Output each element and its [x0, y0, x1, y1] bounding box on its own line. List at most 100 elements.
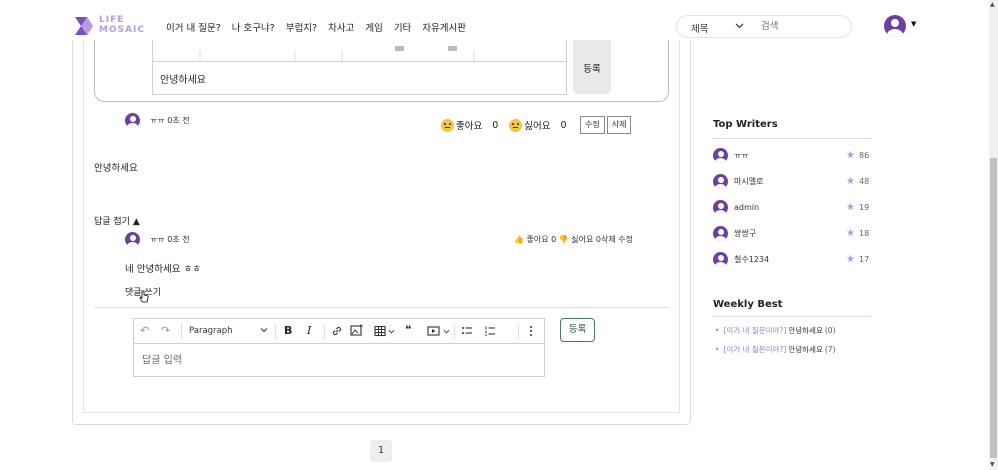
bulleted-list-icon[interactable]	[461, 325, 473, 340]
like-count: 0	[492, 119, 499, 131]
comment-author-avatar	[125, 113, 140, 128]
comment-edit-text[interactable]: 안녕하세요	[160, 71, 206, 86]
toolbar-separator	[275, 324, 276, 339]
writer-avatar	[713, 147, 728, 163]
bullet-icon: •	[715, 345, 720, 354]
star-icon: ★	[846, 227, 855, 239]
writer-row[interactable]: 쌍쌍구 ★ 18	[713, 225, 871, 241]
star-icon: ★	[846, 201, 855, 213]
blockquote-icon[interactable]: ❝	[405, 323, 411, 336]
top-writers-title: Top Writers	[713, 119, 778, 130]
scroll-up-arrow-icon[interactable]: ▲	[990, 1, 995, 8]
reply-header: ㅠㅠ 0초 전	[125, 232, 190, 247]
table-icon[interactable]	[374, 325, 386, 340]
chevron-down-icon[interactable]	[735, 21, 744, 32]
toolbar-separator	[518, 324, 519, 339]
media-chevron-icon[interactable]	[443, 327, 450, 338]
scrollbar-thumb[interactable]	[990, 158, 997, 458]
like-label[interactable]: 좋아요	[456, 118, 482, 132]
nav-item-hogu[interactable]: 나 호구냐?	[232, 20, 275, 34]
redo-icon[interactable]: ↷	[161, 324, 170, 337]
reply-body: 네 안녕하세요 ㅎㅎ	[125, 264, 201, 275]
comment-reactions: 좋아요 0 싫어요 0	[441, 118, 578, 132]
reply-reactions[interactable]: 👍 좋아요 0 👎 싫어요 0삭제 수정	[514, 234, 633, 245]
search-type-select[interactable]: 제목	[691, 21, 708, 35]
writer-row[interactable]: admin ★ 19	[713, 199, 871, 215]
fold-replies-toggle[interactable]: 답글 접기 ▲	[94, 214, 140, 227]
bold-icon[interactable]: B	[284, 324, 292, 337]
nav-item-envy[interactable]: 부럽지?	[286, 20, 317, 34]
search-input[interactable]	[761, 19, 845, 34]
bullet-icon: •	[715, 326, 720, 335]
comment-edit-toolbar	[152, 40, 567, 62]
delete-button[interactable]: 삭제	[606, 116, 632, 134]
scroll-down-arrow-icon[interactable]: ▼	[990, 461, 995, 468]
writer-name[interactable]: 마시멜로	[734, 176, 846, 187]
comment-header: ㅠㅠ 0초 전	[125, 113, 190, 128]
writer-points: 19	[859, 202, 870, 212]
user-avatar[interactable]	[884, 15, 906, 37]
nav-item-etc[interactable]: 기타	[394, 20, 411, 34]
toolbar-separator	[181, 324, 182, 339]
image-upload-icon[interactable]	[350, 324, 364, 340]
writer-row[interactable]: 마시멜로 ★ 48	[713, 173, 871, 189]
reply-author: ㅠㅠ 0초 전	[150, 234, 190, 245]
toolbar-fragments	[199, 46, 475, 61]
more-options-icon[interactable]	[529, 325, 533, 340]
reply-author-name: ㅠㅠ	[150, 235, 165, 244]
star-icon: ★	[846, 253, 855, 265]
search-bar: 제목	[676, 15, 852, 38]
writer-name[interactable]: ㅠㅠ	[734, 150, 846, 161]
edit-button[interactable]: 수정	[580, 116, 605, 134]
editor-toolbar: ↶ ↷ Paragraph B I ❝	[134, 319, 544, 344]
comment-time: 0초 전	[167, 116, 190, 125]
writer-row[interactable]: ㅠㅠ ★ 86	[713, 147, 871, 163]
writer-name[interactable]: 쌍쌍구	[734, 228, 846, 239]
paragraph-select[interactable]: Paragraph	[189, 326, 233, 336]
numbered-list-icon[interactable]	[484, 325, 496, 340]
media-embed-icon[interactable]	[427, 325, 440, 340]
italic-icon[interactable]: I	[307, 324, 311, 337]
logo-icon	[75, 17, 93, 35]
writer-avatar	[713, 225, 728, 241]
writer-name[interactable]: admin	[734, 203, 846, 212]
nav-item-question[interactable]: 이거 내 질문?	[166, 20, 221, 34]
paragraph-chevron-icon[interactable]	[260, 326, 268, 337]
writer-name[interactable]: 철수1234	[734, 254, 846, 265]
writer-avatar	[713, 173, 728, 189]
dislike-label[interactable]: 싫어요	[524, 118, 550, 132]
nav-item-game[interactable]: 게임	[365, 20, 382, 34]
reply-input[interactable]: 답글 입력	[142, 351, 182, 366]
writer-points: 17	[859, 254, 870, 264]
writer-points: 18	[859, 228, 870, 238]
reply-time: 0초 전	[167, 235, 190, 244]
weekly-best-title-text[interactable]: 안녕하세요	[788, 345, 823, 354]
comment-actions: 수정 삭제	[580, 116, 632, 134]
nav-item-free-board[interactable]: 자유게시판	[422, 20, 466, 34]
reply-submit-button[interactable]: 등록	[560, 318, 595, 342]
weekly-best-item[interactable]: • [이거 내 질문이야?] 안녕하세요 (0)	[715, 325, 835, 336]
logo-text: LIFE MOSAIC	[99, 15, 145, 35]
star-icon: ★	[846, 149, 855, 161]
link-icon[interactable]	[331, 325, 343, 340]
dislike-count: 0	[560, 119, 567, 131]
nav-item-car[interactable]: 차사고	[328, 20, 354, 34]
undo-icon[interactable]: ↶	[140, 324, 149, 337]
toolbar-separator	[454, 324, 455, 339]
caret-down-icon[interactable]: ▼	[911, 20, 916, 28]
weekly-best-item[interactable]: • [이거 내 질문이야?] 안녕하세요 (7)	[715, 344, 835, 355]
weekly-best-tag: [이거 내 질문이야?]	[723, 345, 787, 354]
logo[interactable]: LIFE MOSAIC	[73, 14, 153, 38]
weekly-best-count: (0)	[824, 326, 836, 335]
comment-body: 안녕하세요	[94, 163, 138, 174]
page-button-current[interactable]: 1	[370, 440, 392, 462]
smile-icon[interactable]	[441, 118, 454, 132]
table-chevron-icon[interactable]	[388, 327, 395, 338]
weekly-best-title-text[interactable]: 안녕하세요	[788, 326, 823, 335]
comment-author: ㅠㅠ 0초 전	[150, 115, 190, 126]
writer-row[interactable]: 철수1234 ★ 17	[713, 251, 871, 267]
frown-icon[interactable]	[509, 118, 523, 132]
weekly-best-tag: [이거 내 질문이야?]	[723, 326, 787, 335]
comment-edit-submit-button[interactable]: 등록	[573, 40, 611, 94]
writer-avatar	[713, 199, 728, 215]
